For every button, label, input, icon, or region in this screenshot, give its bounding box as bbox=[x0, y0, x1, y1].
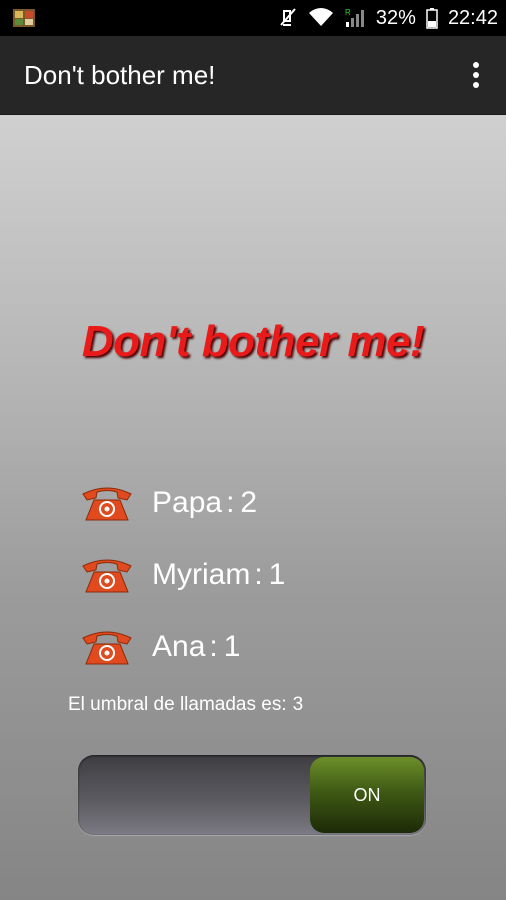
overflow-menu-icon[interactable] bbox=[468, 62, 484, 88]
caller-name: Myriam bbox=[152, 558, 251, 591]
caller-row-myriam: Myriam : 1 bbox=[80, 550, 285, 600]
battery-percent: 32% bbox=[375, 6, 416, 29]
telephone-icon bbox=[82, 559, 132, 593]
telephone-icon bbox=[82, 631, 132, 665]
telephone-icon bbox=[82, 487, 132, 521]
caller-count: 2 bbox=[240, 486, 258, 519]
caller-count: 1 bbox=[268, 558, 286, 591]
toggle-knob[interactable]: ON bbox=[310, 757, 424, 833]
main-content: Don't bother me! Papa : 2 Myriam : 1 Ana… bbox=[0, 115, 506, 900]
caller-name: Ana bbox=[152, 630, 206, 663]
app-notification-icon bbox=[13, 9, 35, 27]
service-toggle[interactable]: ON bbox=[78, 755, 426, 835]
headline: Don't bother me! bbox=[81, 317, 425, 366]
threshold-value: 3 bbox=[292, 694, 304, 715]
caller-row-ana: Ana : 1 bbox=[80, 622, 240, 672]
caller-separator: : bbox=[226, 486, 235, 519]
clock: 22:42 bbox=[447, 6, 498, 29]
battery-icon bbox=[426, 7, 438, 29]
mute-icon bbox=[278, 7, 298, 29]
signal-icon: R bbox=[344, 7, 366, 29]
toggle-label: ON bbox=[353, 784, 381, 805]
caller-name: Papa bbox=[152, 486, 223, 519]
wifi-icon bbox=[308, 8, 334, 28]
caller-separator: : bbox=[254, 558, 263, 591]
svg-text:R: R bbox=[345, 8, 351, 17]
caller-count: 1 bbox=[223, 630, 241, 663]
caller-row-papa: Papa : 2 bbox=[80, 478, 257, 528]
caller-separator: : bbox=[209, 630, 218, 663]
threshold-text: El umbral de llamadas es: 3 bbox=[68, 694, 303, 716]
threshold-label: El umbral de llamadas es: bbox=[68, 694, 287, 715]
app-bar: Don't bother me! bbox=[0, 36, 506, 115]
app-title: Don't bother me! bbox=[24, 60, 216, 90]
status-bar: R 32% 22:42 bbox=[0, 0, 506, 36]
